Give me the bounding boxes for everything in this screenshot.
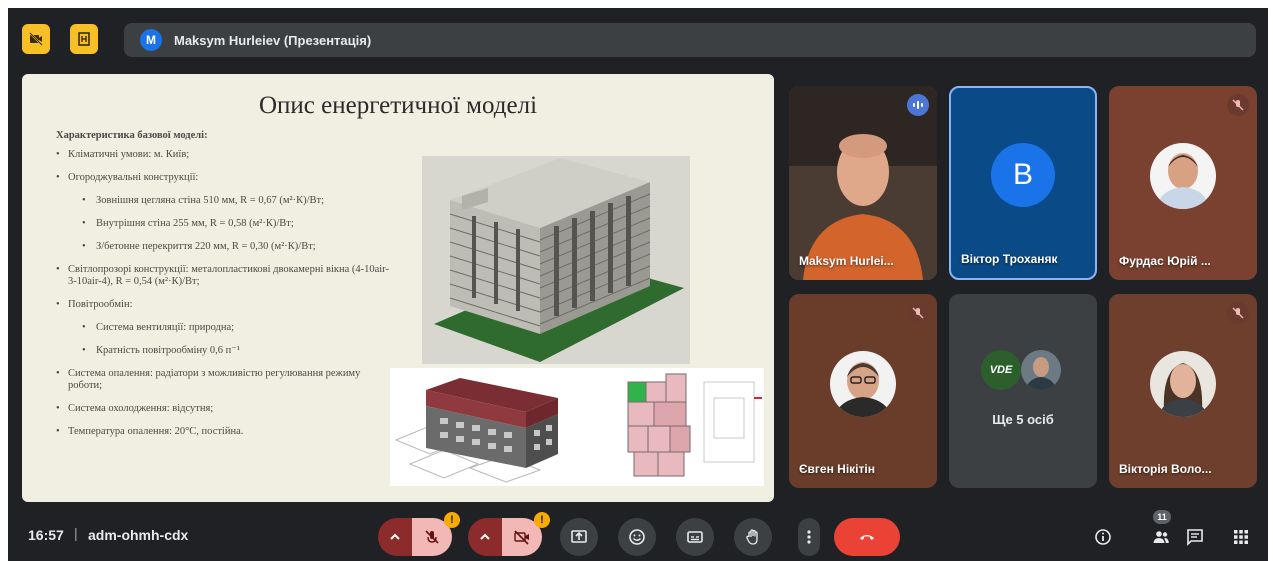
end-call-icon bbox=[860, 535, 874, 540]
people-icon bbox=[1153, 531, 1169, 543]
slide-bullet: Повітрообмін: bbox=[56, 299, 396, 311]
chat-button[interactable] bbox=[1180, 522, 1210, 552]
slide-sub-bullet: Внутрішня стіна 255 мм, R = 0,58 (м²·К)/… bbox=[56, 218, 396, 230]
participant-tile[interactable]: Maksym Hurlei... bbox=[789, 86, 937, 280]
participant-tile[interactable]: Фурдас Юрій ... bbox=[1109, 86, 1257, 280]
mic-off-icon bbox=[425, 530, 439, 544]
low-rise-building-image bbox=[390, 368, 604, 486]
presentation-slide: Опис енергетичної моделі Характеристика … bbox=[22, 74, 774, 502]
avatar: B bbox=[991, 143, 1055, 207]
chevron-up-icon bbox=[480, 533, 490, 540]
meeting-details-button[interactable] bbox=[1088, 522, 1118, 552]
frame-icon bbox=[78, 32, 90, 46]
meeting-code[interactable]: adm-ohmh-cdx bbox=[88, 527, 188, 543]
more-options-button[interactable] bbox=[798, 518, 820, 556]
floor-plan-image bbox=[604, 368, 764, 486]
participant-name: Вікторія Воло... bbox=[1119, 462, 1212, 476]
camera-off-icon bbox=[29, 32, 43, 46]
leave-call-button[interactable] bbox=[834, 518, 900, 556]
mic-warning-badge: ! bbox=[444, 512, 460, 528]
reactions-button[interactable] bbox=[618, 518, 656, 556]
chat-icon bbox=[1187, 529, 1203, 546]
slide-bullet: Температура опалення: 20°С, постійна. bbox=[56, 426, 396, 438]
participant-name: Maksym Hurlei... bbox=[799, 254, 894, 268]
camera-warning-badge: ! bbox=[534, 512, 550, 528]
muted-indicator bbox=[1227, 302, 1249, 324]
slide-sub-bullet: Система вентиляції: природна; bbox=[56, 322, 396, 334]
participant-name: Віктор Троханяк bbox=[961, 252, 1058, 266]
chevron-up-icon bbox=[390, 533, 400, 540]
clock: 16:57 bbox=[28, 527, 64, 543]
people-button[interactable] bbox=[1146, 522, 1176, 552]
participant-name: Євген Нікітін bbox=[799, 462, 875, 476]
avatar bbox=[1150, 351, 1216, 417]
meet-window: M Maksym Hurleiev (Презентація) Опис ене… bbox=[8, 8, 1268, 561]
activities-button[interactable] bbox=[1226, 522, 1256, 552]
presenter-label: Maksym Hurleiev (Презентація) bbox=[174, 32, 372, 48]
present-icon bbox=[571, 530, 587, 543]
slide-title: Опис енергетичної моделі bbox=[258, 92, 538, 119]
presentation-banner[interactable]: M Maksym Hurleiev (Презентація) bbox=[124, 23, 1256, 57]
slide-sub-bullet: З/бетонне перекриття 220 мм, R = 0,30 (м… bbox=[56, 241, 396, 253]
video-options-button[interactable] bbox=[468, 518, 502, 556]
avatar bbox=[830, 351, 896, 417]
participant-tile[interactable]: Вікторія Воло... bbox=[1109, 294, 1257, 488]
slide-bullet: Система охолодження: відсутня; bbox=[56, 403, 396, 415]
frame-button[interactable] bbox=[70, 24, 98, 54]
raise-hand-icon bbox=[746, 529, 758, 545]
speaking-indicator bbox=[907, 94, 929, 116]
vde-logo-text: VDE bbox=[989, 364, 1013, 376]
info-icon bbox=[1095, 529, 1111, 545]
slide-bullet: Система опалення: радіатори з можливістю… bbox=[56, 368, 396, 392]
slide-sub-bullet: Кратність повітрообміну 0,6 п⁻¹ bbox=[56, 345, 396, 357]
present-button[interactable] bbox=[560, 518, 598, 556]
avatar: VDE bbox=[981, 350, 1021, 390]
emoji-icon bbox=[629, 529, 645, 545]
avatar bbox=[1021, 350, 1061, 390]
separator: | bbox=[74, 525, 78, 541]
raise-hand-button[interactable] bbox=[734, 518, 772, 556]
apps-icon bbox=[1234, 530, 1248, 544]
slide-bullet: Огороджувальні конструкції: bbox=[56, 172, 396, 184]
slide-body: Характеристика базової моделі: Кліматичн… bbox=[56, 130, 396, 449]
muted-indicator bbox=[907, 302, 929, 324]
slide-heading: Характеристика базової моделі: bbox=[56, 130, 208, 141]
others-tile[interactable]: VDE Ще 5 осіб bbox=[949, 294, 1097, 488]
slide-sub-bullet: Зовнішня цегляна стіна 510 мм, R = 0,67 … bbox=[56, 195, 396, 207]
captions-icon bbox=[687, 531, 703, 543]
muted-indicator bbox=[1227, 94, 1249, 116]
mic-off-icon bbox=[912, 307, 924, 319]
slide-bullet: Кліматичні умови: м. Київ; bbox=[56, 149, 396, 161]
camera-off-toggle-button[interactable] bbox=[22, 24, 50, 54]
audio-options-button[interactable] bbox=[378, 518, 412, 556]
participant-tile[interactable]: B Віктор Троханяк bbox=[949, 86, 1097, 280]
participant-tile[interactable]: Євген Нікітін bbox=[789, 294, 937, 488]
building-model-image bbox=[422, 156, 690, 364]
presenter-avatar: M bbox=[140, 29, 162, 51]
slide-bullet: Світлопрозорі конструкції: металопластик… bbox=[56, 264, 396, 288]
mic-off-icon bbox=[1232, 307, 1244, 319]
captions-button[interactable] bbox=[676, 518, 714, 556]
avatar bbox=[1150, 143, 1216, 209]
more-vert-icon bbox=[807, 530, 811, 544]
audio-wave-icon bbox=[913, 101, 923, 109]
others-count-label: Ще 5 осіб bbox=[992, 412, 1054, 427]
mic-off-icon bbox=[1232, 99, 1244, 111]
camera-off-icon bbox=[514, 530, 529, 545]
participant-name: Фурдас Юрій ... bbox=[1119, 254, 1211, 268]
